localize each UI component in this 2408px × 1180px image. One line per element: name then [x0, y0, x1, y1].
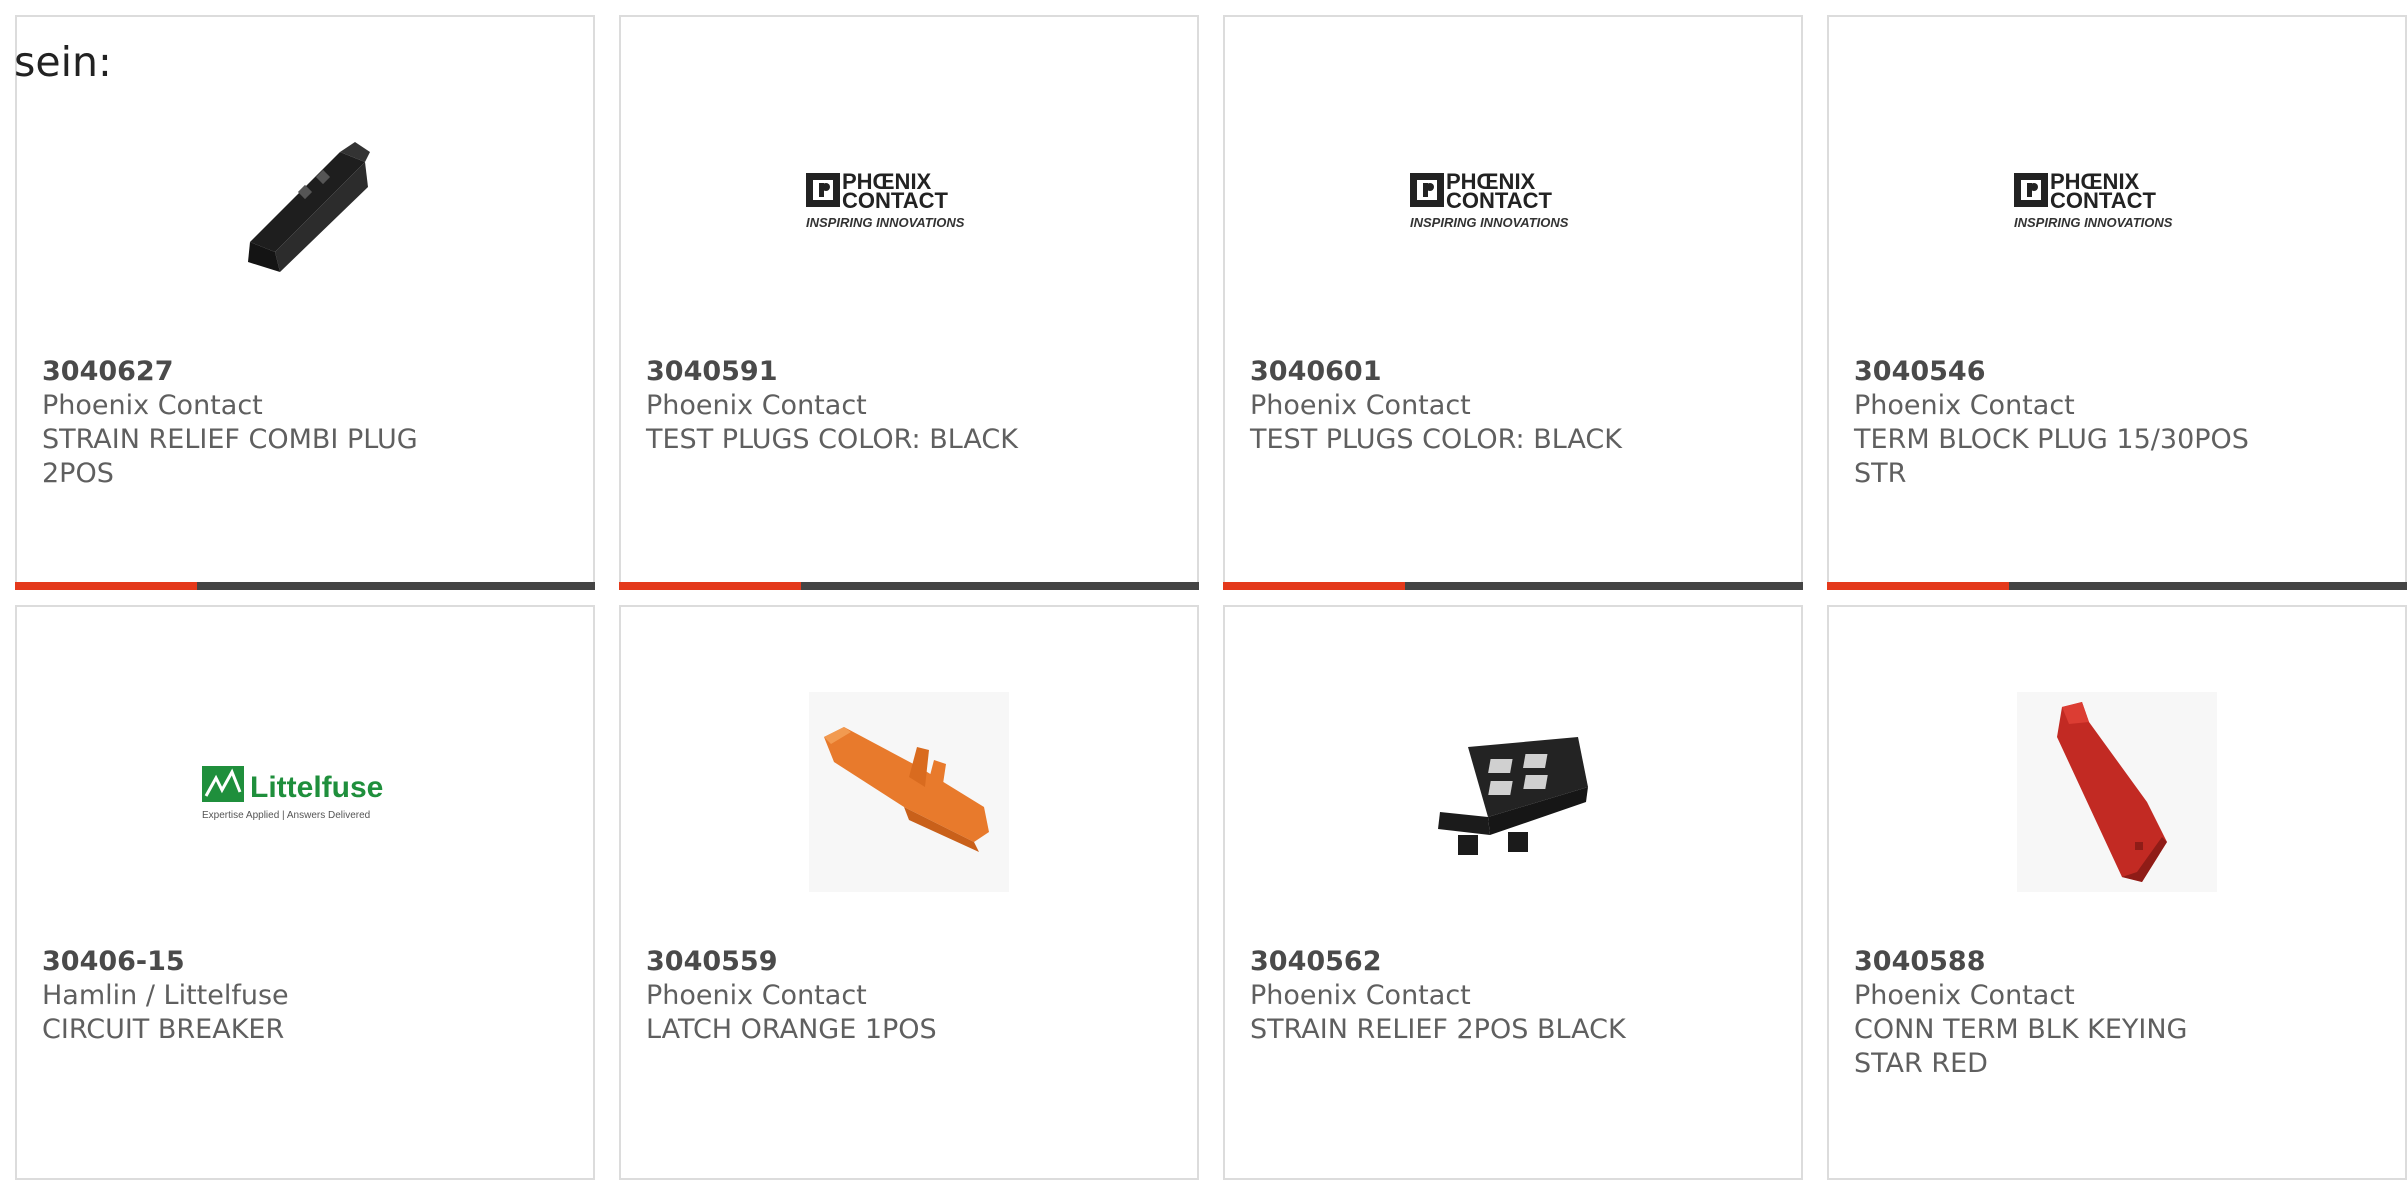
part-number[interactable]: 3040591 [646, 355, 1046, 389]
description: STRAIN RELIEF COMBI PLUG 2POS [42, 424, 418, 489]
logo-tagline: INSPIRING INNOVATIONS [1410, 215, 1569, 230]
product-image[interactable] [1225, 677, 1801, 907]
card-accent-bar [15, 582, 197, 590]
black-strain-relief-photo [1438, 737, 1588, 855]
product-card[interactable]: 3040588 Phoenix Contact CONN TERM BLK KE… [1827, 605, 2407, 1180]
orange-latch-photo [809, 692, 1009, 892]
product-image[interactable]: PHŒNIX CONTACT INSPIRING INNOVATIONS [1225, 87, 1801, 317]
card-accent-bar [1827, 582, 2009, 590]
part-number[interactable]: 3040562 [1250, 945, 1650, 979]
product-card[interactable]: 3040562 Phoenix Contact STRAIN RELIEF 2P… [1223, 605, 1803, 1180]
phoenix-contact-logo: PHŒNIX CONTACT INSPIRING INNOVATIONS [2014, 169, 2173, 230]
logo-line-2: CONTACT [842, 188, 948, 213]
manufacturer: Phoenix Contact [1250, 980, 1471, 1011]
description: CONN TERM BLK KEYING STAR RED [1854, 1014, 2188, 1079]
red-keying-star-photo [2017, 692, 2217, 892]
intro-text: sein: [14, 38, 112, 86]
product-image[interactable] [17, 87, 593, 317]
description: TEST PLUGS COLOR: BLACK [646, 424, 1018, 455]
littelfuse-logo: Littelfuse Expertise Applied | Answers D… [202, 766, 383, 821]
description: LATCH ORANGE 1POS [646, 1014, 937, 1045]
part-number[interactable]: 3040588 [1854, 945, 2254, 979]
logo-line-2: CONTACT [1446, 188, 1552, 213]
product-image[interactable]: PHŒNIX CONTACT INSPIRING INNOVATIONS [621, 87, 1197, 317]
part-number[interactable]: 3040559 [646, 945, 1046, 979]
logo-tagline: Expertise Applied | Answers Delivered [202, 810, 370, 821]
phoenix-contact-logo: PHŒNIX CONTACT INSPIRING INNOVATIONS [806, 169, 965, 230]
part-number[interactable]: 3040546 [1854, 355, 2254, 389]
part-number[interactable]: 3040627 [42, 355, 442, 389]
part-number[interactable]: 3040601 [1250, 355, 1650, 389]
card-bottom-bar [15, 582, 595, 590]
logo-tagline: INSPIRING INNOVATIONS [2014, 215, 2173, 230]
card-accent-bar [1223, 582, 1405, 590]
product-card[interactable]: PHŒNIX CONTACT INSPIRING INNOVATIONS 304… [1827, 15, 2407, 590]
manufacturer: Phoenix Contact [1250, 390, 1471, 421]
card-bottom-bar [1827, 582, 2407, 590]
logo-line-2: CONTACT [2050, 188, 2156, 213]
description: CIRCUIT BREAKER [42, 1014, 285, 1045]
product-card[interactable]: Littelfuse Expertise Applied | Answers D… [15, 605, 595, 1180]
manufacturer: Phoenix Contact [1854, 390, 2075, 421]
logo-tagline: INSPIRING INNOVATIONS [806, 215, 965, 230]
manufacturer: Hamlin / Littelfuse [42, 980, 289, 1011]
description: TEST PLUGS COLOR: BLACK [1250, 424, 1622, 455]
product-card[interactable]: PHŒNIX CONTACT INSPIRING INNOVATIONS 304… [619, 15, 1199, 590]
card-bottom-bar [619, 582, 1199, 590]
card-bottom-bar [1223, 582, 1803, 590]
product-card[interactable]: 3040559 Phoenix Contact LATCH ORANGE 1PO… [619, 605, 1199, 1180]
manufacturer: Phoenix Contact [646, 390, 867, 421]
description: STRAIN RELIEF 2POS BLACK [1250, 1014, 1626, 1045]
manufacturer: Phoenix Contact [646, 980, 867, 1011]
manufacturer: Phoenix Contact [42, 390, 263, 421]
product-grid: 3040627 Phoenix Contact STRAIN RELIEF CO… [15, 15, 2408, 1180]
description: TERM BLOCK PLUG 15/30POS STR [1854, 424, 2249, 489]
card-accent-bar [619, 582, 801, 590]
logo-wordmark: Littelfuse [250, 771, 383, 804]
product-image[interactable]: Littelfuse Expertise Applied | Answers D… [17, 677, 593, 907]
product-image[interactable] [1829, 677, 2405, 907]
manufacturer: Phoenix Contact [1854, 980, 2075, 1011]
product-image[interactable]: PHŒNIX CONTACT INSPIRING INNOVATIONS [1829, 87, 2405, 317]
product-image[interactable] [621, 677, 1197, 907]
strain-relief-combi-plug-photo [248, 142, 370, 272]
part-number[interactable]: 30406-15 [42, 945, 442, 979]
product-card[interactable]: 3040627 Phoenix Contact STRAIN RELIEF CO… [15, 15, 595, 590]
product-card[interactable]: PHŒNIX CONTACT INSPIRING INNOVATIONS 304… [1223, 15, 1803, 590]
phoenix-contact-logo: PHŒNIX CONTACT INSPIRING INNOVATIONS [1410, 169, 1569, 230]
